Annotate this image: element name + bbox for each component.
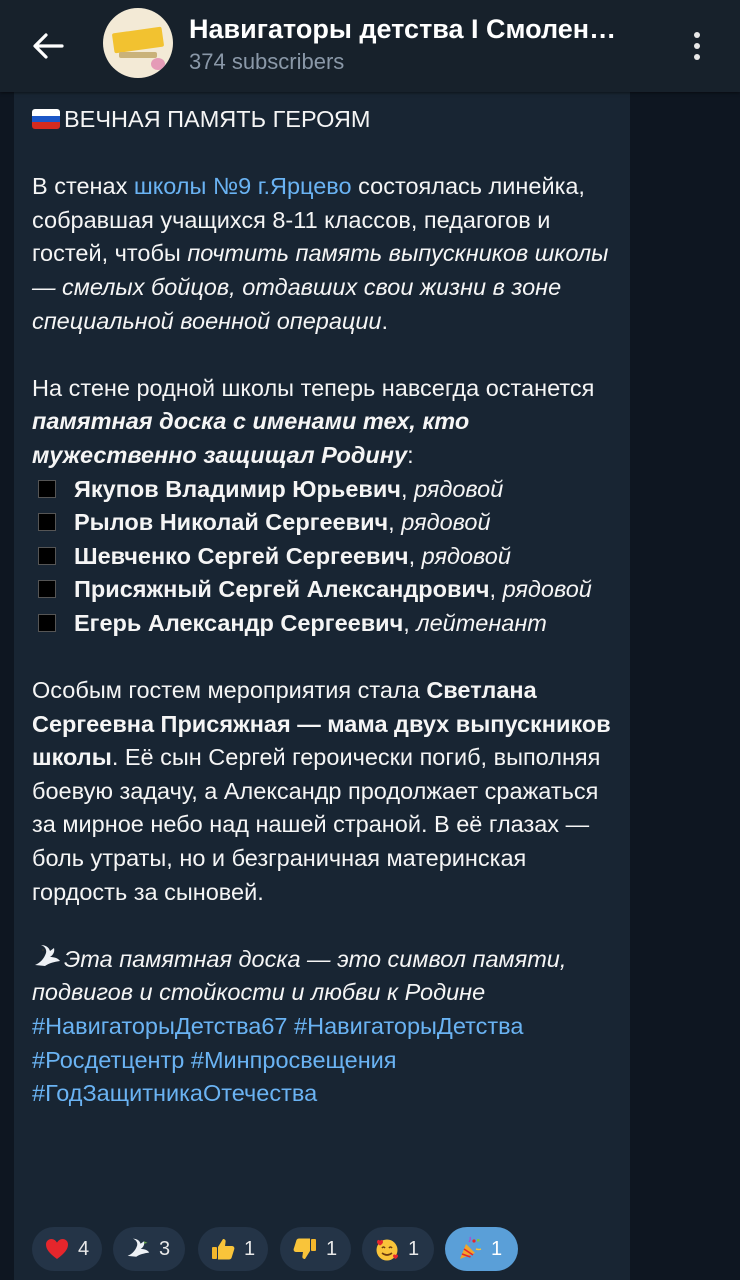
- post-text: ВЕЧНАЯ ПАМЯТЬ ГЕРОЯМ В стенах школы №9 г…: [32, 103, 612, 1111]
- dove-icon: [125, 1236, 151, 1262]
- paragraph-4: Эта памятная доска — это символ памяти, …: [32, 943, 612, 1010]
- reaction-thumbs-up-button[interactable]: 1: [198, 1227, 268, 1271]
- black-square-icon: [38, 479, 56, 498]
- reaction-count: 4: [78, 1237, 90, 1260]
- thumbs-down-icon: [292, 1236, 318, 1262]
- back-arrow-icon[interactable]: [28, 28, 68, 64]
- name-item: Присяжный Сергей Александрович, рядовой: [32, 573, 612, 607]
- kebab-menu-icon[interactable]: [680, 26, 714, 66]
- hashtags-line: #ГодЗащитникаОтечества: [32, 1077, 612, 1111]
- paragraph-1: В стенах школы №9 г.Ярцево состоялась ли…: [32, 173, 609, 334]
- black-square-icon: [38, 546, 56, 565]
- black-square-icon: [38, 613, 56, 632]
- hashtag[interactable]: #НавигаторыДетства: [294, 1013, 523, 1039]
- subscriber-count: 374 subscribers: [189, 49, 345, 74]
- hashtag[interactable]: #Росдетцентр: [32, 1047, 184, 1073]
- smiling-face-with-hearts-icon: [374, 1236, 400, 1262]
- black-square-icon: [38, 513, 56, 532]
- thumbs-up-icon: [210, 1236, 236, 1262]
- chat-header: Навигаторы детства I Смолен… 374 subscri…: [0, 0, 740, 92]
- paragraph-3: Особым гостем мероприятия стала Светлана…: [32, 677, 611, 905]
- channel-title[interactable]: Навигаторы детства I Смолен…: [189, 14, 659, 45]
- reaction-count: 1: [244, 1237, 256, 1260]
- reaction-count: 1: [326, 1237, 338, 1260]
- reaction-party-popper-button[interactable]: 1: [445, 1227, 518, 1271]
- name-item: Егерь Александр Сергеевич, лейтенант: [32, 607, 612, 641]
- black-square-icon: [38, 580, 56, 599]
- hashtag[interactable]: #Минпросвещения: [191, 1047, 397, 1073]
- name-item: Шевченко Сергей Сергеевич, рядовой: [32, 540, 612, 574]
- reaction-count: 1: [408, 1237, 420, 1260]
- name-item: Якупов Владимир Юрьевич, рядовой: [32, 473, 612, 507]
- hashtag[interactable]: #ГодЗащитникаОтечества: [32, 1080, 317, 1106]
- party-popper-icon: [457, 1236, 483, 1262]
- reaction-dove-button[interactable]: 3: [113, 1227, 185, 1271]
- russian-flag-icon: [32, 109, 60, 129]
- reaction-count: 1: [491, 1237, 503, 1260]
- school-link[interactable]: школы №9 г.Ярцево: [134, 173, 352, 199]
- reaction-heart-button[interactable]: 4: [32, 1227, 102, 1271]
- paragraph-2: На стене родной школы теперь навсегда ос…: [32, 374, 595, 468]
- hashtags-line: #НавигаторыДетства67 #НавигаторыДетства: [32, 1010, 612, 1044]
- channel-avatar[interactable]: [103, 8, 173, 78]
- reaction-thumbs-down-button[interactable]: 1: [280, 1227, 351, 1271]
- dove-icon: [32, 943, 62, 971]
- reaction-count: 3: [159, 1237, 171, 1260]
- hashtag[interactable]: #НавигаторыДетства67: [32, 1013, 288, 1039]
- hashtags-line: #Росдетцентр #Минпросвещения: [32, 1044, 612, 1078]
- post-heading: ВЕЧНАЯ ПАМЯТЬ ГЕРОЯМ: [32, 103, 612, 137]
- red-heart-icon: [44, 1236, 70, 1262]
- reaction-smiling-hearts-button[interactable]: 1: [362, 1227, 434, 1271]
- name-item: Рылов Николай Сергеевич, рядовой: [32, 506, 612, 540]
